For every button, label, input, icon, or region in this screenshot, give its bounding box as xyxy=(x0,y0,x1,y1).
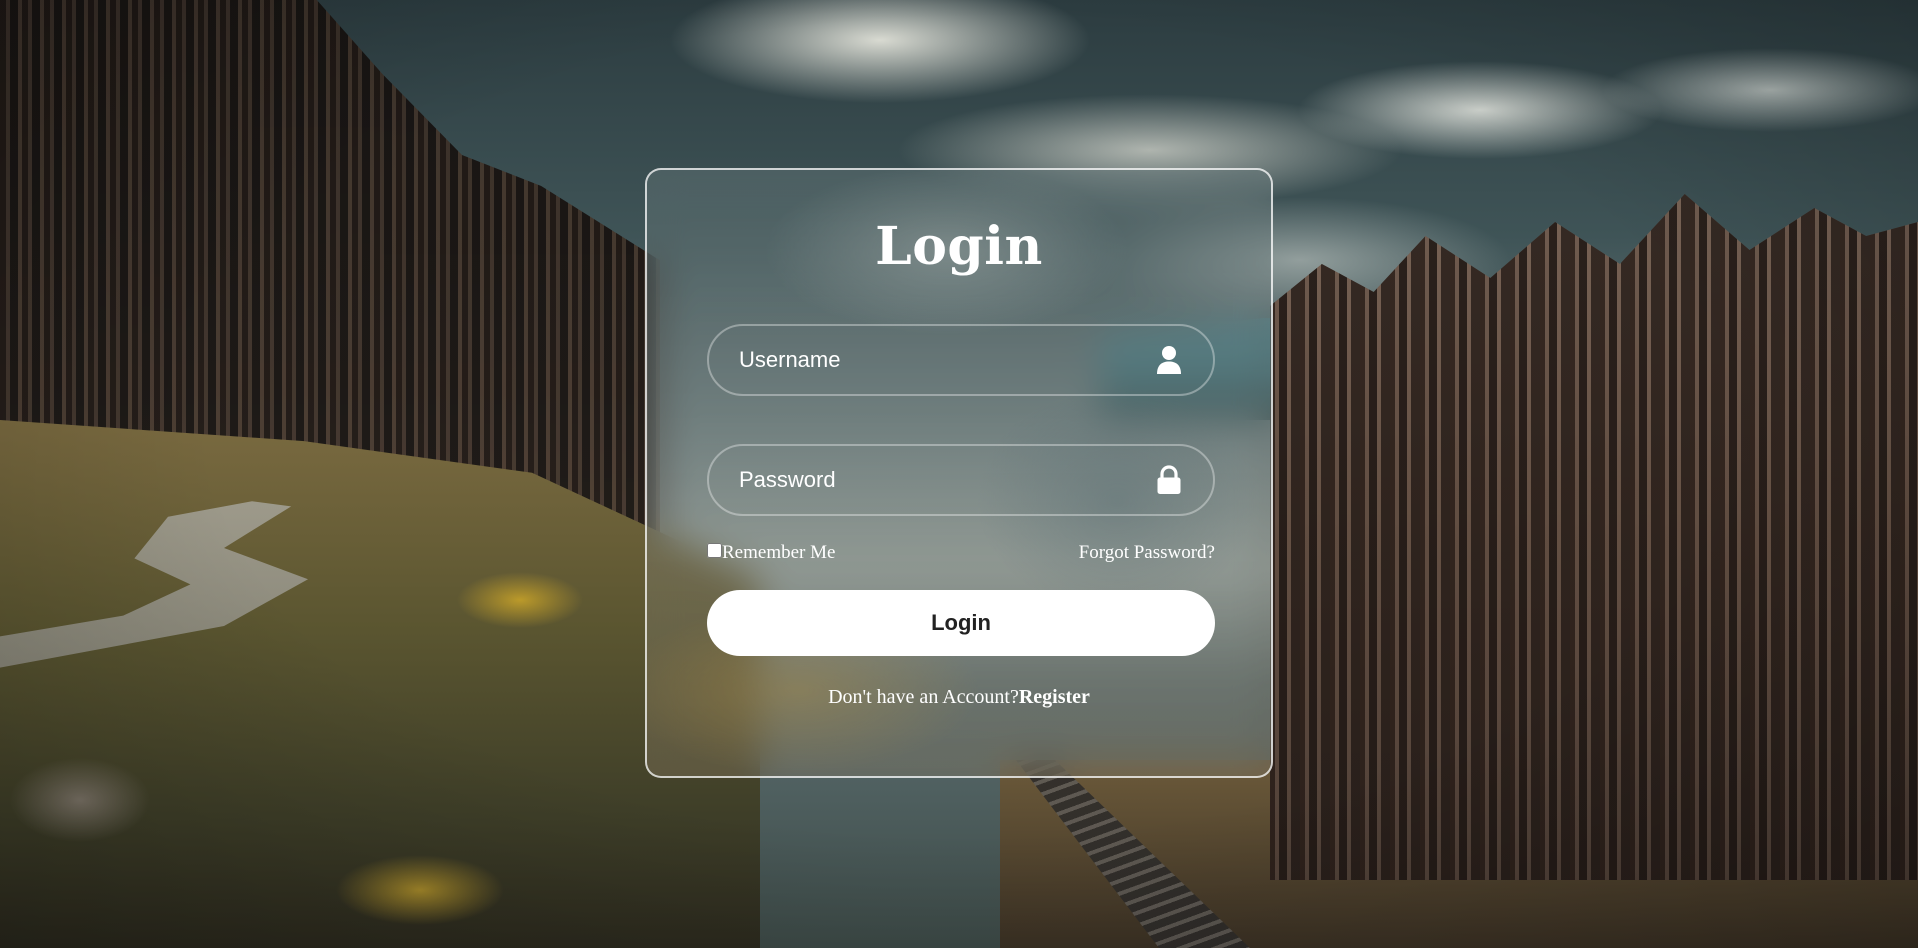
forgot-password-link[interactable]: Forgot Password? xyxy=(1079,542,1215,564)
password-field xyxy=(707,444,1215,516)
login-button[interactable]: Login xyxy=(707,590,1215,656)
remember-me-checkbox[interactable] xyxy=(707,542,722,558)
password-input[interactable] xyxy=(709,446,1213,514)
lock-icon xyxy=(1155,465,1183,495)
form-options: Remember Me Forgot Password? xyxy=(707,542,1215,568)
remember-me[interactable]: Remember Me xyxy=(707,542,835,564)
register-prompt-text: Don't have an Account? xyxy=(828,686,1019,708)
login-title: Login xyxy=(875,216,1043,277)
register-prompt: Don't have an Account?Register xyxy=(647,686,1271,709)
username-input[interactable] xyxy=(709,326,1213,394)
remember-me-label: Remember Me xyxy=(722,542,836,563)
user-icon xyxy=(1155,345,1183,375)
login-card: Login Remember Me Forgot Password? Login… xyxy=(645,168,1273,778)
username-field xyxy=(707,324,1215,396)
register-link[interactable]: Register xyxy=(1019,686,1090,708)
